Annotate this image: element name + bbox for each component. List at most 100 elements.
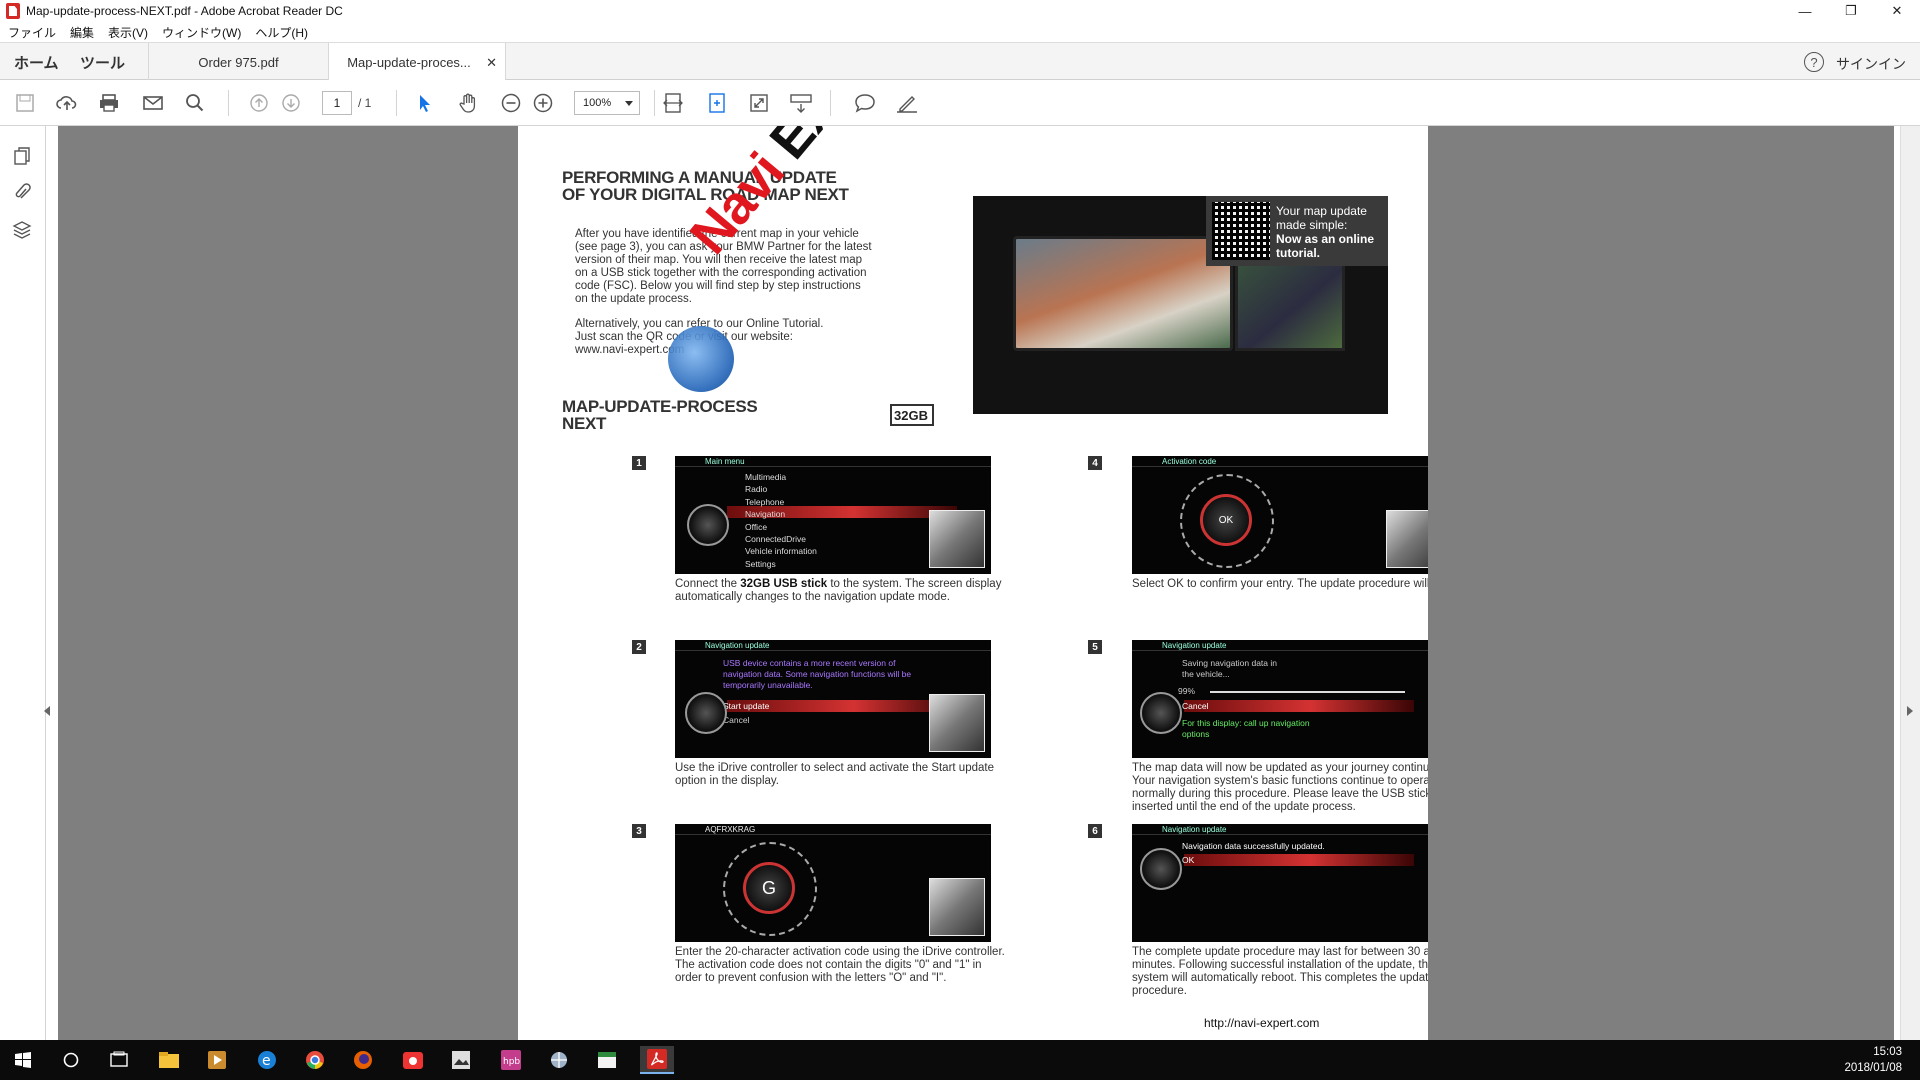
idrive-hand-image [929, 878, 985, 936]
collapse-left-icon[interactable] [44, 706, 50, 716]
minimize-button[interactable]: — [1782, 0, 1828, 22]
pdf-page: PERFORMING A MANUAL UPDATE OF YOUR DIGIT… [518, 126, 1428, 1040]
tab-bar: ホーム ツール Order 975.pdf Map-update-proces.… [0, 42, 1920, 82]
menu-view[interactable]: 表示(V) [108, 24, 148, 41]
email-icon[interactable] [140, 90, 166, 116]
prev-page-icon[interactable] [246, 90, 272, 116]
search-circle-icon[interactable] [54, 1046, 88, 1074]
firefox-icon[interactable] [346, 1046, 380, 1074]
svg-text:e: e [262, 1053, 271, 1069]
fullscreen-icon[interactable] [746, 90, 772, 116]
page-number-input[interactable]: 1 [322, 91, 352, 115]
step-1-caption: Connect the 32GB USB stick to the system… [675, 578, 1002, 603]
page-total: / 1 [358, 96, 372, 110]
tools-tab[interactable]: ツール [80, 43, 125, 81]
close-button[interactable]: ✕ [1874, 0, 1920, 22]
fit-page-icon[interactable] [704, 90, 730, 116]
document-viewer[interactable]: PERFORMING A MANUAL UPDATE OF YOUR DIGIT… [58, 126, 1894, 1040]
tab-label: Map-update-proces... [347, 55, 471, 70]
menu-edit[interactable]: 編集 [70, 24, 94, 41]
title-bar: Map-update-process-NEXT.pdf - Adobe Acro… [0, 0, 1920, 22]
system-clock[interactable]: 15:03 2018/01/08 [1844, 1044, 1902, 1076]
excel-app-icon[interactable] [590, 1046, 624, 1074]
step-4-screenshot: Activation code OK [1132, 456, 1428, 574]
help-icon[interactable]: ? [1804, 52, 1824, 72]
sign-pen-icon[interactable] [894, 90, 920, 116]
acrobat-app-icon [6, 3, 20, 19]
select-cursor-icon[interactable] [412, 90, 438, 116]
attachment-icon[interactable] [10, 180, 34, 204]
page-thumbnails-icon[interactable] [10, 144, 34, 168]
step-number: 5 [1088, 640, 1102, 654]
fit-width-icon[interactable] [660, 90, 686, 116]
heading-map-update-process: MAP-UPDATE-PROCESS NEXT [562, 397, 758, 433]
main-menu-list: Multimedia Radio Telephone Navigation Office… [745, 472, 817, 569]
step-1-screenshot: Main menu Multimedia Radio Telephone Naviga… [675, 456, 991, 574]
idrive-knob-image [687, 504, 729, 546]
step-5-screenshot: Navigation update Saving navigation data… [1132, 640, 1428, 758]
upload-cloud-icon[interactable] [54, 90, 80, 116]
signin-button[interactable]: サインイン [1836, 54, 1906, 74]
home-tab[interactable]: ホーム [14, 43, 59, 81]
task-view-icon[interactable] [102, 1046, 136, 1074]
step-2-caption: Use the iDrive controller to select and … [675, 762, 994, 787]
media-player-icon[interactable] [200, 1046, 234, 1074]
next-page-icon[interactable] [278, 90, 304, 116]
car-nav-screen-image [1013, 236, 1233, 351]
globe-logo-image [668, 326, 734, 392]
file-explorer-icon[interactable] [152, 1046, 186, 1074]
step-6-caption: The complete update procedure may last f… [1132, 946, 1428, 997]
step-number: 3 [632, 824, 646, 838]
restore-button[interactable]: ❐ [1828, 0, 1874, 22]
window-title: Map-update-process-NEXT.pdf - Adobe Acro… [26, 4, 343, 18]
tab-close-icon[interactable]: ✕ [486, 55, 497, 71]
step-6-screenshot: Navigation update Navigation data succes… [1132, 824, 1428, 942]
print-icon[interactable] [96, 90, 122, 116]
chrome-icon[interactable] [298, 1046, 332, 1074]
search-icon[interactable] [182, 90, 208, 116]
collapse-right-icon[interactable] [1907, 706, 1913, 716]
qr-text-1: Your map update made simple: [1276, 204, 1367, 232]
qr-code-image[interactable] [1212, 202, 1270, 260]
step-number: 1 [632, 456, 646, 470]
step-3-caption: Enter the 20-character activation code u… [675, 946, 1005, 984]
zoom-out-icon[interactable] [498, 90, 524, 116]
qr-text-2: Now as an online tutorial. [1276, 232, 1375, 260]
hpb-app-icon[interactable]: hpb [494, 1046, 528, 1074]
step-number: 4 [1088, 456, 1102, 470]
windows-start-icon[interactable] [6, 1046, 40, 1074]
zoom-select[interactable]: 100% [574, 91, 640, 115]
acrobat-taskbar-icon[interactable] [640, 1046, 674, 1074]
usb-32gb-badge: 32GB [890, 404, 934, 426]
network-app-icon[interactable] [542, 1046, 576, 1074]
step-4-caption: Select OK to confirm your entry. The upd… [1132, 578, 1428, 590]
step-2-screenshot: Navigation update USB device contains a … [675, 640, 991, 758]
step-number: 2 [632, 640, 646, 654]
idrive-knob-image [685, 692, 727, 734]
step-number: 6 [1088, 824, 1102, 838]
idrive-hand-image [929, 694, 985, 752]
scroll-mode-icon[interactable] [788, 90, 814, 116]
hand-tool-icon[interactable] [456, 90, 482, 116]
vertical-scrollbar[interactable] [1900, 126, 1920, 1040]
camera-app-icon[interactable] [396, 1046, 430, 1074]
comment-icon[interactable] [852, 90, 878, 116]
edge-browser-icon[interactable]: e [250, 1046, 284, 1074]
footer-url[interactable]: http://navi-expert.com [1204, 1016, 1319, 1030]
taskbar: e hpb 15:03 2018/01/08 [0, 1040, 1920, 1080]
menu-help[interactable]: ヘルプ(H) [255, 24, 308, 41]
layers-icon[interactable] [10, 218, 34, 242]
save-icon[interactable] [12, 90, 38, 116]
menu-window[interactable]: ウィンドウ(W) [162, 24, 241, 41]
tab-order-975[interactable]: Order 975.pdf [148, 43, 328, 81]
idrive-knob-image [1140, 692, 1182, 734]
idrive-hand-image [1386, 510, 1428, 568]
menu-file[interactable]: ファイル [8, 24, 56, 41]
car-display-photo: Your map update made simple: Now as an o… [973, 196, 1388, 414]
tab-label: Order 975.pdf [198, 54, 279, 70]
main-toolbar: 1 / 1 100% [0, 80, 1920, 126]
photo-app-icon[interactable] [444, 1046, 478, 1074]
zoom-in-icon[interactable] [530, 90, 556, 116]
idrive-knob-image [1140, 848, 1182, 890]
tab-map-update[interactable]: Map-update-proces... ✕ [328, 43, 506, 82]
